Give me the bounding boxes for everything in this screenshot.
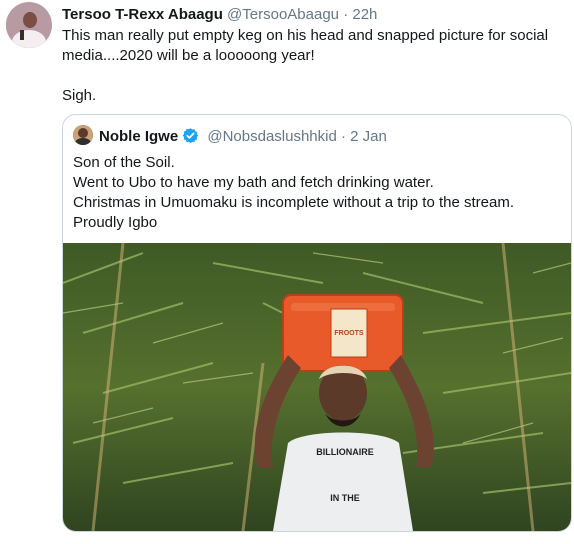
quoted-author-avatar bbox=[73, 125, 93, 145]
tweet-text-line: This man really put empty keg on his hea… bbox=[62, 27, 549, 44]
tweet-text: This man really put empty keg on his hea… bbox=[62, 26, 562, 106]
keg-label: FROOTS bbox=[334, 330, 363, 337]
separator-dot: · bbox=[343, 6, 349, 23]
quoted-text: Son of the Soil. Went to Ubo to have my … bbox=[73, 153, 563, 233]
tweet-header: Tersoo T-Rexx Abaagu @TersooAbaagu · 22h bbox=[62, 6, 377, 24]
author-handle[interactable]: @TersooAbaagu bbox=[227, 6, 339, 23]
tweet-text-line: media....2020 will be a looooong year! bbox=[62, 47, 315, 64]
verified-badge-icon bbox=[182, 128, 199, 144]
author-name[interactable]: Tersoo T-Rexx Abaagu bbox=[62, 6, 223, 23]
shirt-text-line: IN THE bbox=[330, 493, 360, 503]
shirt-text-line: BILLIONAIRE bbox=[316, 447, 374, 457]
author-avatar[interactable] bbox=[6, 2, 52, 48]
separator-dot: · bbox=[341, 128, 346, 145]
quoted-timestamp: 2 Jan bbox=[350, 128, 387, 145]
quoted-text-line: Christmas in Umuomaku is incomplete with… bbox=[73, 194, 514, 211]
tweet-text-line: Sigh. bbox=[62, 87, 97, 104]
quoted-text-line: Proudly Igbo bbox=[73, 214, 158, 231]
tweet-timestamp[interactable]: 22h bbox=[352, 6, 377, 23]
tweet[interactable]: Tersoo T-Rexx Abaagu @TersooAbaagu · 22h… bbox=[0, 0, 574, 544]
quoted-header: Noble Igwe @Nobsdaslushhkid · 2 Jan bbox=[99, 127, 387, 146]
quoted-author-handle: @Nobsdaslushhkid bbox=[207, 128, 337, 145]
quoted-text-line: Son of the Soil. bbox=[73, 154, 175, 171]
quoted-tweet[interactable]: Noble Igwe @Nobsdaslushhkid · 2 Jan Son … bbox=[62, 114, 572, 532]
quoted-photo[interactable]: FROOTS BILLIONAIRE IN THE bbox=[63, 243, 571, 531]
quoted-author-name: Noble Igwe bbox=[99, 128, 179, 145]
quoted-text-line: Went to Ubo to have my bath and fetch dr… bbox=[73, 174, 434, 191]
